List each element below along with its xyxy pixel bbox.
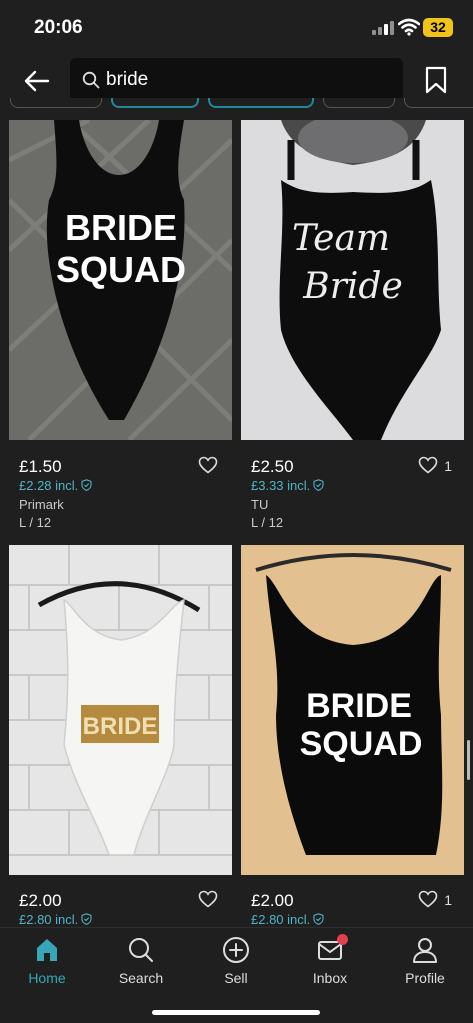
filter-chip[interactable] [111,98,199,108]
listing-card[interactable]: BRIDE SQUAD £1.50 £2.28 incl. Primark L … [7,117,234,540]
filter-chip-strip [0,98,473,112]
listing-photo[interactable]: Team Bride [241,113,464,440]
print-text-line: SQUAD [56,249,186,290]
price-incl-protection: £2.80 incl. [19,912,92,927]
filter-chip[interactable] [208,98,314,108]
status-bar: 20:06 32 [0,0,473,56]
search-input[interactable] [106,58,386,102]
print-text-line: BRIDE [306,687,412,725]
heart-icon[interactable] [418,456,438,474]
tab-profile[interactable]: Profile [378,936,472,996]
search-icon [82,71,100,89]
tab-home[interactable]: Home [0,936,94,996]
listing-price: £2.00 [19,891,62,910]
favourite-count: 1 [444,458,452,474]
favourite-count: 1 [444,892,452,908]
print-text-line: Bride [302,266,403,307]
person-icon [413,938,437,963]
listing-size: L / 12 [251,515,284,530]
print-text-line: BRIDE [83,713,158,740]
shield-check-icon [81,479,92,491]
listing-price: £2.00 [251,891,294,910]
plus-circle-icon [223,937,249,963]
bookmark-icon[interactable] [425,66,447,94]
shield-check-icon [313,479,324,491]
tab-label: Profile [405,970,445,986]
print-text-line: BRIDE [65,207,177,248]
listing-photo[interactable]: BRIDE SQUAD [7,117,234,442]
price-incl-text: £2.80 incl. [19,912,79,927]
tab-inbox[interactable]: Inbox [283,934,377,996]
tab-sell[interactable]: Sell [189,936,283,996]
print-text-line: Team [292,218,390,259]
tab-search[interactable]: Search [94,936,188,996]
listing-size: L / 12 [19,515,52,530]
tab-label: Home [28,970,66,986]
print-text-line: SQUAD [300,725,423,763]
price-incl-text: £2.28 incl. [19,478,79,493]
listing-price: £2.50 [251,457,294,476]
status-time: 20:06 [34,17,83,38]
bottom-tab-bar: Home Search Sell Inbox Profile [0,927,473,1023]
listing-photo[interactable]: BRIDE SQUAD [241,545,464,875]
price-incl-protection: £2.28 incl. [19,478,92,493]
heart-icon[interactable] [418,890,438,908]
listing-card[interactable]: Team Bride £2.50 1 £3.33 incl. TU L / 12 [241,113,464,540]
filter-chip[interactable] [10,98,102,108]
listing-card[interactable]: BRIDE £2.00 £2.80 incl. [9,545,232,927]
listing-photo[interactable]: BRIDE [9,545,232,875]
notification-badge [337,934,348,945]
tab-label: Search [118,970,164,986]
listing-brand: TU [251,497,269,512]
listings-grid: BRIDE SQUAD £1.50 £2.28 incl. Primark L … [0,112,473,927]
home-icon [37,939,57,961]
tab-label: Inbox [312,970,348,986]
home-indicator[interactable] [152,1010,320,1015]
shield-check-icon [313,913,324,925]
listing-price: £1.50 [19,457,62,476]
back-arrow-icon[interactable] [22,66,52,96]
scrollbar[interactable] [467,740,470,780]
listing-card[interactable]: BRIDE SQUAD £2.00 1 £2.80 incl. [241,545,464,927]
price-incl-protection: £2.80 incl. [251,912,324,927]
filter-chip[interactable] [404,98,473,108]
tab-label: Sell [224,970,248,986]
price-incl-protection: £3.33 incl. [251,478,324,493]
shield-check-icon [81,913,92,925]
heart-icon[interactable] [198,890,218,908]
wifi-icon [398,18,420,36]
price-incl-text: £3.33 incl. [251,478,311,493]
signal-icon [372,21,394,35]
price-incl-text: £2.80 incl. [251,912,311,927]
heart-icon[interactable] [198,456,218,474]
search-box[interactable] [70,58,403,102]
battery-indicator: 32 [423,18,453,37]
listing-brand: Primark [19,497,64,512]
filter-chip[interactable] [323,98,395,108]
search-icon [129,938,153,962]
